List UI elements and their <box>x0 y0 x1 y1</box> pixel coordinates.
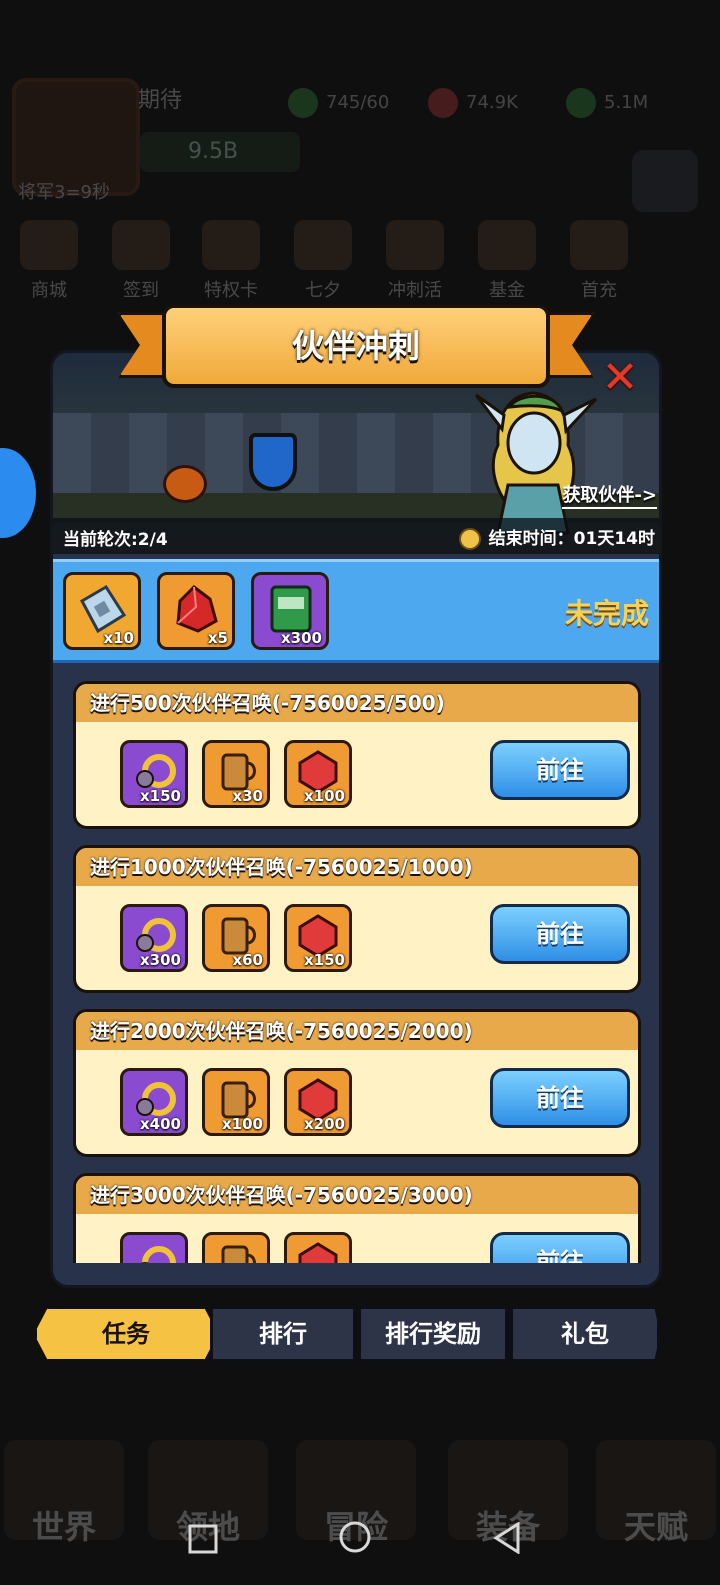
shield-icon <box>249 433 297 491</box>
recent-apps-icon[interactable] <box>188 1518 218 1564</box>
current-round: 当前轮次:2/4 <box>63 530 168 550</box>
stamina-icon <box>288 88 318 118</box>
checkin-icon <box>112 220 170 270</box>
reward-item[interactable]: x300 <box>251 572 329 650</box>
go-button[interactable]: 前往 <box>490 1068 630 1128</box>
ticket-icon <box>79 584 127 634</box>
task-card: 进行1000次伙伴召唤(-7560025/1000) x300 x60 x150… <box>73 845 641 993</box>
coin-icon <box>566 88 596 118</box>
reward-item[interactable]: x200 <box>284 1068 352 1136</box>
reward-item[interactable]: x100 <box>202 1068 270 1136</box>
reward-item[interactable]: x400 <box>120 1068 188 1136</box>
tab-ranking[interactable]: 排行 <box>210 1306 356 1362</box>
reward-item[interactable]: x150 <box>284 904 352 972</box>
clock-icon <box>458 528 481 550</box>
tab-ranking-rewards[interactable]: 排行奖励 <box>358 1306 508 1362</box>
trophy-icon <box>386 220 444 270</box>
round-info-bar: 当前轮次:2/4 结束时间：01天14时 <box>53 518 659 554</box>
system-nav-bar <box>0 1500 720 1585</box>
player-power: 9.5B <box>140 132 300 172</box>
reward-item[interactable]: x10 <box>63 572 141 650</box>
top-icon-row: 商城 签到 特权卡 七夕 冲刺活动 基金 首充 <box>0 220 720 327</box>
elf-hero-icon <box>474 391 598 535</box>
dialog-tabs: 任务 排行 排行奖励 礼包 <box>34 1306 666 1362</box>
summon-key-icon <box>140 1246 176 1263</box>
resource-coins[interactable]: 5.1M <box>566 88 648 118</box>
go-button[interactable]: 前往 <box>490 740 630 800</box>
reward-item[interactable] <box>202 1232 270 1263</box>
gem-icon <box>428 88 458 118</box>
reward-item[interactable]: x30 <box>202 740 270 808</box>
resource-stamina[interactable]: 745/60 <box>288 88 389 118</box>
partner-sprint-dialog: 获取伙伴-> 当前轮次:2/4 结束时间：01天14时 x10 x5 x300 … <box>50 350 662 1288</box>
red-gem-icon <box>298 1242 338 1263</box>
reward-item[interactable] <box>284 1232 352 1263</box>
end-time: 结束时间：01天14时 <box>458 524 655 550</box>
go-button[interactable]: 前往 <box>490 1232 630 1263</box>
reward-item[interactable]: x60 <box>202 904 270 972</box>
side-tab[interactable] <box>0 448 36 538</box>
tab-gift-pack[interactable]: 礼包 <box>510 1306 660 1362</box>
resource-gold[interactable]: 74.9K <box>428 88 518 118</box>
task-title: 进行2000次伙伴召唤(-7560025/2000) <box>76 1012 638 1050</box>
gift-icon <box>570 220 628 270</box>
close-icon[interactable]: ✕ <box>596 356 644 404</box>
fund-icon <box>478 220 536 270</box>
qixi-button[interactable]: 七夕 <box>288 220 358 302</box>
shop-icon <box>20 220 78 270</box>
task-title: 进行3000次伙伴召唤(-7560025/3000) <box>76 1176 638 1214</box>
task-card: 进行3000次伙伴召唤(-7560025/3000) 前往 <box>73 1173 641 1263</box>
task-title: 进行500次伙伴召唤(-7560025/500) <box>76 684 638 722</box>
back-icon[interactable] <box>492 1518 522 1564</box>
menu-button[interactable] <box>632 150 698 212</box>
tab-tasks[interactable]: 任务 <box>34 1306 218 1362</box>
get-partner-link[interactable]: 获取伙伴-> <box>562 481 657 509</box>
exp-book-icon <box>270 585 312 633</box>
task-list[interactable]: 进行500次伙伴召唤(-7560025/500) x150 x30 x100 前… <box>53 675 659 1263</box>
task-card: 进行2000次伙伴召唤(-7560025/2000) x400 x100 x20… <box>73 1009 641 1157</box>
card-icon <box>202 220 260 270</box>
pumpkin-icon <box>163 465 207 503</box>
beer-mug-icon <box>221 1245 256 1263</box>
task-title: 进行1000次伙伴召唤(-7560025/1000) <box>76 848 638 886</box>
checkin-button[interactable]: 签到 <box>106 220 176 302</box>
reward-item[interactable]: x100 <box>284 740 352 808</box>
fund-button[interactable]: 基金 <box>472 220 542 302</box>
player-name: 期待 <box>138 88 183 113</box>
reward-item[interactable]: x150 <box>120 740 188 808</box>
dialog-title: 伙伴冲刺 <box>162 304 550 388</box>
reward-item[interactable]: x300 <box>120 904 188 972</box>
qixi-icon <box>294 220 352 270</box>
first-recharge-button[interactable]: 首充 <box>564 220 634 302</box>
go-button[interactable]: 前往 <box>490 904 630 964</box>
task-card: 进行500次伙伴召唤(-7560025/500) x150 x30 x100 前… <box>73 681 641 829</box>
player-level: 将军3=9秒 <box>18 182 110 203</box>
privilege-card-button[interactable]: 特权卡 <box>196 220 266 302</box>
reward-item[interactable]: x5 <box>157 572 235 650</box>
round-status: 未完成 <box>564 597 649 630</box>
shop-button[interactable]: 商城 <box>14 220 84 302</box>
reward-item[interactable] <box>120 1232 188 1263</box>
round-reward-strip: x10 x5 x300 未完成 <box>53 559 659 663</box>
red-crystal-icon <box>176 585 218 633</box>
home-icon[interactable] <box>338 1518 372 1564</box>
